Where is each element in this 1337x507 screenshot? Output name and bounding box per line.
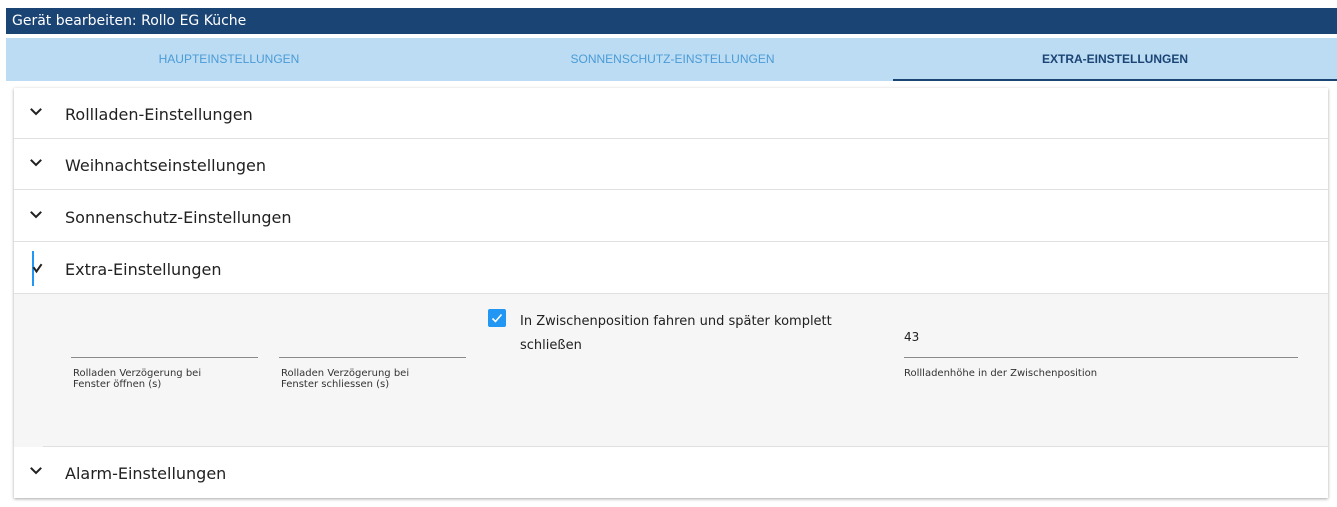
device-edit-dialog: Gerät bearbeiten: Rollo EG Küche HAUPTEI… xyxy=(0,0,1337,507)
section-header-weihnachten[interactable]: Weihnachtseinstellungen xyxy=(14,139,1328,190)
section-header-extra[interactable]: Extra-Einstellungen xyxy=(14,243,1328,294)
intermediate-height-value: 43 xyxy=(904,330,920,344)
chevron-down-icon xyxy=(30,108,42,116)
section-label: Extra-Einstellungen xyxy=(65,260,222,279)
section-header-rollladen[interactable]: Rollladen-Einstellungen xyxy=(14,88,1328,139)
tab-haupteinstellungen[interactable]: HAUPTEINSTELLUNGEN xyxy=(6,38,452,81)
intermediate-height-underline xyxy=(904,357,1298,358)
section-label: Sonnenschutz-Einstellungen xyxy=(65,208,292,227)
intermediate-position-checkbox[interactable] xyxy=(488,309,506,327)
chevron-down-icon xyxy=(30,159,42,167)
intermediate-height-input[interactable]: 43 xyxy=(904,324,1298,350)
delay-close-input[interactable] xyxy=(279,331,466,357)
chevron-down-icon xyxy=(30,211,42,219)
intermediate-position-label[interactable]: In Zwischenposition fahren und später ko… xyxy=(520,310,880,358)
intermediate-height-label: Rollladenhöhe in der Zwischenposition xyxy=(904,368,1098,379)
chevron-up-icon xyxy=(32,263,43,274)
section-label: Alarm-Einstellungen xyxy=(65,464,227,483)
chevron-down-icon xyxy=(30,467,42,475)
delay-open-input[interactable] xyxy=(71,331,258,357)
section-header-alarm[interactable]: Alarm-Einstellungen xyxy=(14,447,1328,498)
tab-bar: HAUPTEINSTELLUNGEN SONNENSCHUTZ-EINSTELL… xyxy=(6,38,1337,81)
delay-close-label: Rolladen Verzögerung bei Fenster schlies… xyxy=(281,368,410,390)
delay-open-underline xyxy=(71,357,258,358)
tab-extra-einstellungen[interactable]: EXTRA-EINSTELLUNGEN xyxy=(893,38,1337,81)
dialog-title: Gerät bearbeiten: Rollo EG Küche xyxy=(6,8,1337,34)
tab-sonnenschutz-einstellungen[interactable]: SONNENSCHUTZ-EINSTELLUNGEN xyxy=(452,38,893,81)
delay-close-underline xyxy=(279,357,466,358)
section-label: Rollladen-Einstellungen xyxy=(65,105,253,124)
delay-open-label: Rolladen Verzögerung bei Fenster öffnen … xyxy=(73,368,202,390)
section-label: Weihnachtseinstellungen xyxy=(65,156,266,175)
settings-accordion: Rollladen-Einstellungen Weihnachtseinste… xyxy=(14,88,1328,498)
extra-settings-body: Rolladen Verzögerung bei Fenster öffnen … xyxy=(14,294,1328,447)
section-header-sonnenschutz[interactable]: Sonnenschutz-Einstellungen xyxy=(14,191,1328,242)
checkmark-icon xyxy=(491,313,503,323)
